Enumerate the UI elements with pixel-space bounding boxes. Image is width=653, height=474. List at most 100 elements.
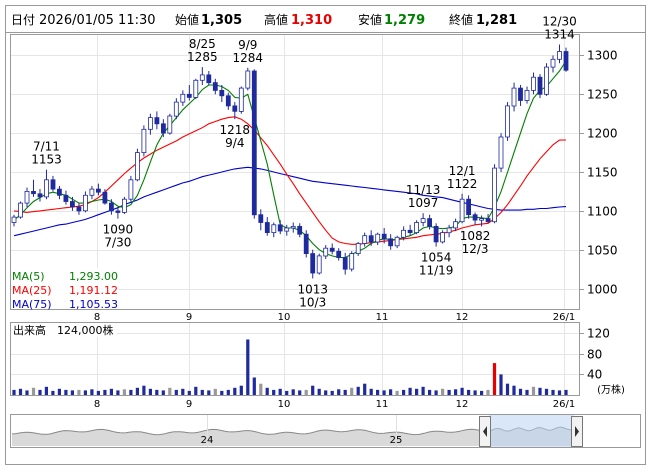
candle-down [258,214,264,223]
navigator-x-tick-label: 24 [201,435,214,446]
volume-bar [505,383,510,395]
volume-bar [252,377,256,395]
candle-up [420,218,426,223]
candle-up [375,233,381,243]
volume-bar [25,390,29,395]
annotation-value: 1285 [187,50,218,64]
volume-bar [70,390,74,395]
chart-svg: 日付 2026/01/05 11:30 始値 1,305 高値 1,310 安値… [5,5,646,465]
candle-down [537,76,543,95]
candle-down [206,74,212,84]
navigator-selection[interactable] [489,415,574,447]
candle-down [297,225,303,235]
price-tick-label: 1200 [587,127,618,141]
volume-bar [369,388,373,395]
volume-value: 124,000株 [57,323,114,337]
volume-bar [207,390,211,395]
volume-bar [434,390,438,395]
candle-up [180,93,186,103]
volume-bar [454,389,458,395]
volume-bar [116,390,120,395]
volume-bar [148,388,152,395]
candle-up [362,235,368,244]
candle-down [563,51,569,71]
candle-up [316,255,322,274]
navigator-left-handle[interactable] [479,416,491,447]
legend-value: 1,105.53 [69,298,118,311]
volume-bar [447,389,451,395]
navigator-right-handle[interactable] [571,416,583,447]
volume-bar [57,388,61,395]
candle-up [147,117,153,130]
annotation-date: 12/1 [449,164,476,178]
close-value: 1,281 [476,13,517,28]
volume-bar [337,389,341,395]
close-label: 終値 [449,12,473,27]
candle-down [76,206,82,212]
candle-up [511,87,517,107]
volume-bar [18,388,23,395]
volume-bar [272,389,276,395]
annotation-value: 1314 [544,28,575,42]
volume-bar [551,389,555,395]
legend-value: 1,293.00 [69,270,118,283]
candle-up [83,194,88,212]
candle-up [122,198,127,213]
candle-up [128,179,134,200]
annotation-value: 1122 [447,177,478,191]
volume-bar [486,389,490,395]
candle-up [531,76,536,91]
candle-down [50,179,56,190]
candle-up [193,79,199,98]
volume-tick-label: 40 [587,368,602,382]
candle-down [115,210,121,213]
volume-bar [226,389,230,395]
high-label: 高値 [264,12,288,27]
legend-value: 1,191.12 [69,284,118,297]
volume-bar [213,388,217,395]
candle-up [355,243,361,255]
volume-x-tick-label: 9 [186,399,192,410]
candle-up [492,167,498,223]
volume-bar [109,388,113,395]
volume-bar [350,387,354,395]
candle-up [479,218,485,221]
price-x-tick-label: 9 [186,312,192,323]
volume-bar [194,386,198,395]
volume-bar [122,389,126,395]
price-x-tick-label: 12 [456,312,469,323]
volume-tick-label: 120 [587,327,610,341]
volume-x-tick-label: 8 [94,399,100,410]
volume-bar [382,390,386,395]
candle-up [44,179,49,198]
annotation-date: 12/3 [462,242,489,256]
candle-down [466,198,472,216]
candle-up [401,229,407,238]
navigator-x-tick-label: 25 [390,435,403,446]
candle-up [141,128,147,154]
volume-bar [142,385,146,395]
volume-bar [415,388,419,395]
volume-bar [343,389,347,395]
volume-bar [51,390,55,395]
ma-legend: MA(5) 1,293.00 MA(25) 1,191.12 MA(75) 1,105.5… [11,268,119,311]
candle-up [524,90,530,101]
candle-up [290,225,296,229]
annotation-date: 7/30 [104,236,131,250]
volume-x-tick-label: 12 [456,399,469,410]
candle-up [323,247,329,257]
stock-chart-widget: 日付 2026/01/05 11:30 始値 1,305 高値 1,310 安値… [0,0,653,470]
annotation-value: 1054 [421,251,452,265]
volume-bar [220,390,224,395]
volume-bar [31,387,36,395]
candle-down [368,235,374,243]
price-tick-label: 1100 [587,205,618,219]
volume-bar [480,390,484,395]
volume-bar [564,389,568,395]
annotation-value: 1082 [460,229,491,243]
open-value: 1,305 [201,13,242,28]
candle-up [245,70,251,89]
candle-up [414,222,420,234]
volume-bar [246,339,250,395]
candle-down [264,222,270,234]
